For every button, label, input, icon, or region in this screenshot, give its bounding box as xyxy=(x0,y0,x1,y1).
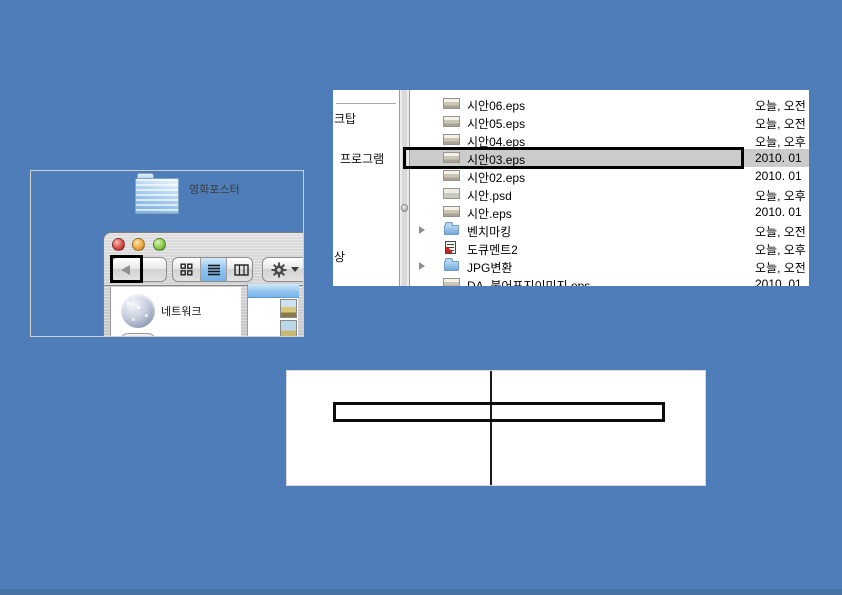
file-date: 오늘, 오후 xyxy=(755,187,806,204)
file-row[interactable]: 시안06.eps 오늘, 오전 xyxy=(410,95,809,113)
window-list-area xyxy=(247,284,298,337)
window-sidebar: 네트워크 xyxy=(110,287,241,337)
column-header[interactable] xyxy=(248,284,299,298)
file-name: DA_불어표지이미지.eps xyxy=(467,277,590,286)
file-date: 오늘, 오전 xyxy=(755,223,806,240)
file-name: 시안05.eps xyxy=(467,115,525,132)
file-name: 벤치마킹 xyxy=(467,223,511,240)
file-name: 시안06.eps xyxy=(467,97,525,114)
folder-body xyxy=(135,178,179,214)
file-date: 오늘, 오후 xyxy=(755,241,806,258)
eps-thumbnail-icon xyxy=(443,116,460,127)
file-row[interactable]: 벤치마킹 오늘, 오전 xyxy=(410,221,809,239)
file-row[interactable]: 시안05.eps 오늘, 오전 xyxy=(410,113,809,131)
sidebar-item-movies[interactable]: 상 xyxy=(334,248,345,265)
annotation-rectangle xyxy=(110,255,143,283)
view-mode-group xyxy=(172,257,253,282)
column-view-button[interactable] xyxy=(228,258,255,281)
minimize-button[interactable] xyxy=(132,238,145,251)
file-name: JPG변환 xyxy=(467,259,512,276)
file-name: 도큐멘트2 xyxy=(467,241,518,258)
file-date: 2010. 01 xyxy=(755,169,802,183)
finder-file-list-panel: 크탑 프로그램 상 시안06.eps오늘, 오전시안05.eps오늘, 오전시안… xyxy=(333,90,809,286)
center-fold-line xyxy=(490,371,492,485)
folder-icon xyxy=(444,261,459,271)
sidebar-splitter[interactable] xyxy=(399,90,410,286)
file-date: 2010. 01 xyxy=(755,205,802,219)
eps-thumbnail-icon xyxy=(443,278,460,286)
icon-view-icon xyxy=(180,263,193,276)
list-view-button[interactable] xyxy=(200,258,227,281)
eps-thumbnail-icon xyxy=(443,206,460,217)
sidebar-separator xyxy=(336,103,396,104)
sidebar-item-desktop[interactable]: 크탑 xyxy=(334,110,356,127)
file-row[interactable]: 시안02.eps 2010. 01 xyxy=(410,167,809,185)
banner-outline-rectangle xyxy=(333,402,665,422)
file-row[interactable]: 시안.eps 2010. 01 xyxy=(410,203,809,221)
gear-icon xyxy=(271,262,287,278)
file-date: 오늘, 오후 xyxy=(755,133,806,150)
document-icon xyxy=(445,241,456,254)
eps-thumbnail-icon xyxy=(443,98,460,109)
desktop-folder-icon[interactable] xyxy=(135,173,181,215)
annotation-rectangle xyxy=(403,147,744,169)
splitter-knob[interactable] xyxy=(401,204,408,212)
forward-button[interactable] xyxy=(140,258,168,281)
file-date: 2010. 01 xyxy=(755,277,802,286)
file-row[interactable]: 시안.psd 오늘, 오후 xyxy=(410,185,809,203)
disclosure-triangle-icon[interactable] xyxy=(419,262,425,270)
close-button[interactable] xyxy=(112,238,125,251)
eps-thumbnail-icon xyxy=(443,134,460,145)
bottom-edge-strip xyxy=(0,589,842,595)
file-date: 오늘, 오전 xyxy=(755,115,806,132)
disclosure-triangle-icon[interactable] xyxy=(419,226,425,234)
sidebar-item-applications[interactable]: 프로그램 xyxy=(340,150,384,167)
file-thumbnail[interactable] xyxy=(280,320,297,337)
psd-thumbnail-icon xyxy=(443,188,460,199)
hard-disk-icon[interactable] xyxy=(120,333,156,337)
chevron-down-icon xyxy=(291,267,299,272)
icon-view-button[interactable] xyxy=(173,258,200,281)
file-row[interactable]: 도큐멘트2 오늘, 오후 xyxy=(410,239,809,257)
sidebar-item-label: 네트워크 xyxy=(161,303,201,319)
file-thumbnail[interactable] xyxy=(280,299,297,318)
file-name: 시안02.eps xyxy=(467,169,525,186)
layout-diagram xyxy=(286,370,706,486)
file-date: 오늘, 오전 xyxy=(755,259,806,276)
zoom-button[interactable] xyxy=(153,238,166,251)
desktop-screenshot-region: 영화포스터 xyxy=(30,170,304,337)
file-name: 시안.psd xyxy=(467,187,512,204)
list-view-icon xyxy=(207,263,221,276)
finder-window: 네트워크 xyxy=(103,232,304,337)
file-date: 2010. 01 xyxy=(755,151,802,165)
eps-thumbnail-icon xyxy=(443,170,460,181)
file-list: 시안06.eps오늘, 오전시안05.eps오늘, 오전시안04.eps오늘, … xyxy=(410,95,809,286)
file-row[interactable]: JPG변환 오늘, 오전 xyxy=(410,257,809,275)
file-row[interactable]: DA_불어표지이미지.eps 2010. 01 xyxy=(410,275,809,286)
action-menu-button[interactable] xyxy=(262,257,304,282)
network-globe-icon xyxy=(121,294,155,328)
column-view-icon xyxy=(234,264,249,276)
desktop-folder-label[interactable]: 영화포스터 xyxy=(189,181,240,197)
folder-icon xyxy=(444,225,459,235)
file-date: 오늘, 오전 xyxy=(755,97,806,114)
file-name: 시안.eps xyxy=(467,205,512,222)
